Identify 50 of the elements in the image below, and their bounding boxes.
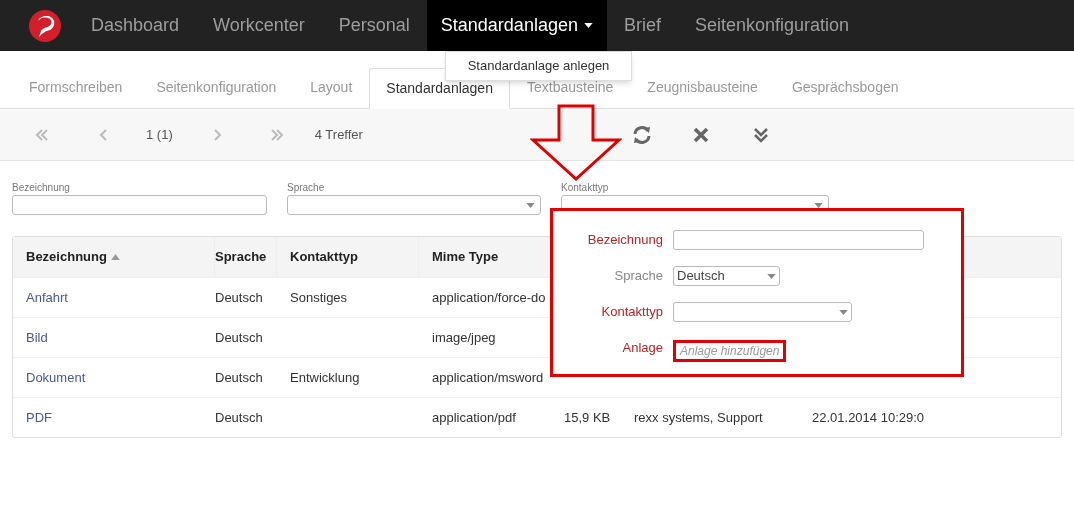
table-cell-text: image/jpeg: [432, 328, 496, 347]
nav-item[interactable]: Dashboard: [74, 0, 197, 51]
nav-item[interactable]: Standardanlagen: [426, 0, 607, 51]
select-field[interactable]: [673, 302, 852, 322]
table-cell-text: Deutsch: [215, 288, 263, 307]
field-label: Anlage: [621, 339, 663, 358]
close-icon[interactable]: [692, 126, 709, 143]
page-indicator: 1 (1): [146, 125, 173, 144]
select-field[interactable]: [287, 195, 541, 215]
table-cell-text: application/force-do: [432, 288, 546, 307]
file-link[interactable]: PDF: [26, 407, 52, 428]
caret-icon: [839, 309, 848, 315]
table-cell-text: Deutsch: [215, 368, 263, 387]
previous-page-icon[interactable]: [98, 126, 110, 143]
file-link[interactable]: Dokument: [26, 367, 86, 388]
table-cell-text: application/pdf: [432, 408, 516, 427]
table-cell-text: 15,9 KB: [564, 408, 611, 427]
column-header[interactable]: Kontakttyp: [277, 237, 419, 277]
field-label: Sprache: [287, 181, 326, 195]
field-label: Bezeichnung: [586, 231, 663, 250]
table-cell-text: Sonstiges: [290, 288, 348, 307]
logo-icon[interactable]: [28, 8, 62, 43]
nav-item[interactable]: Seitenkonfiguration: [677, 0, 867, 51]
column-header[interactable]: Sprache: [215, 237, 277, 277]
field-label: Sprache: [613, 267, 663, 286]
arrow-icon: [530, 104, 622, 182]
table-cell-text: application/msword: [432, 368, 544, 387]
file-link[interactable]: Bild: [26, 327, 48, 348]
file-link[interactable]: Anfahrt: [26, 287, 68, 308]
select-field[interactable]: Deutsch: [673, 266, 780, 286]
nav-item[interactable]: Workcenter: [196, 0, 322, 51]
input-field[interactable]: [12, 195, 267, 215]
nav-item[interactable]: Brief: [606, 0, 678, 51]
field-label: Bezeichnung: [12, 181, 71, 195]
expand-icon[interactable]: [752, 126, 769, 143]
table-cell-text: Deutsch: [215, 328, 263, 347]
nav-item[interactable]: Personal: [321, 0, 427, 51]
table-cell-text: 22.01.2014 10:29:0: [812, 408, 925, 427]
caret-icon: [526, 202, 535, 208]
table-cell-text: Entwicklung: [290, 368, 360, 387]
result-count: 4 Treffer: [314, 125, 363, 144]
table-cell-text: rexx systems, Support: [634, 408, 763, 427]
first-page-icon[interactable]: [34, 126, 50, 143]
last-page-icon[interactable]: [268, 126, 285, 143]
table-cell-text: Deutsch: [215, 408, 263, 427]
caret-icon: [767, 273, 776, 279]
input-field[interactable]: [673, 230, 924, 250]
field-label: Kontakttyp: [561, 181, 610, 195]
field-label: Kontakttyp: [600, 303, 663, 322]
column-header[interactable]: Bezeichnung: [13, 237, 215, 277]
